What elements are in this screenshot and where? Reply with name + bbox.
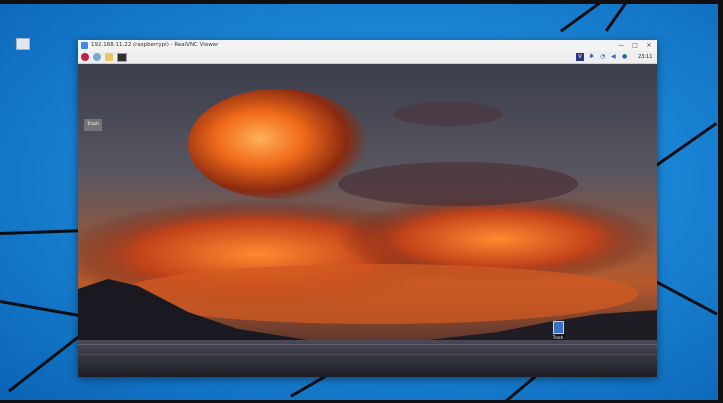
recycle-bin-icon: [16, 38, 30, 50]
trash-desktop-icon-bottom[interactable]: Trash: [552, 321, 564, 343]
desktop-light-ray: [290, 375, 327, 398]
trash-icon-label: Trash: [552, 335, 564, 340]
close-button[interactable]: ✕: [642, 40, 656, 51]
microphone-icon[interactable]: ●: [622, 53, 627, 61]
maximize-button[interactable]: □: [628, 40, 642, 51]
desktop-light-ray: [0, 300, 79, 317]
clock: 23:11: [638, 54, 653, 60]
raspberry-menu-icon[interactable]: [81, 53, 89, 61]
realvnc-app-icon: [81, 42, 88, 49]
terminal-icon[interactable]: [117, 53, 127, 62]
minimize-button[interactable]: —: [614, 40, 628, 51]
raspberry-pi-taskbar: V ✱ ◔ ◀ ● 23:11: [78, 51, 657, 64]
window-titlebar[interactable]: 192.168.11.22 (raspberrypi) - RealVNC Vi…: [78, 40, 657, 51]
window-title: 192.168.11.22 (raspberrypi) - RealVNC Vi…: [91, 42, 219, 48]
browser-globe-icon[interactable]: [93, 53, 101, 61]
desktop-light-ray: [605, 0, 640, 32]
vnc-tray-icon[interactable]: V: [576, 53, 584, 61]
screen-bezel-right: [718, 0, 723, 403]
screen-bezel-top: [0, 0, 723, 4]
desktop-light-ray: [8, 328, 89, 393]
bluetooth-icon[interactable]: ✱: [589, 53, 594, 61]
remote-desktop-wallpaper[interactable]: Trash Trash: [78, 64, 657, 377]
vnc-viewer-window[interactable]: 192.168.11.22 (raspberrypi) - RealVNC Vi…: [78, 40, 657, 377]
desktop-light-ray: [650, 122, 718, 171]
host-desktop-icon[interactable]: [16, 38, 30, 56]
trash-can-icon: [552, 321, 564, 334]
file-manager-folder-icon[interactable]: [105, 53, 113, 61]
desktop-light-ray: [654, 280, 718, 316]
desktop-light-ray: [0, 228, 91, 235]
volume-icon[interactable]: ◀: [611, 53, 616, 61]
sunset-wallpaper: [78, 64, 657, 377]
wifi-icon[interactable]: ◔: [600, 53, 605, 61]
trash-desktop-icon[interactable]: Trash: [84, 119, 102, 131]
